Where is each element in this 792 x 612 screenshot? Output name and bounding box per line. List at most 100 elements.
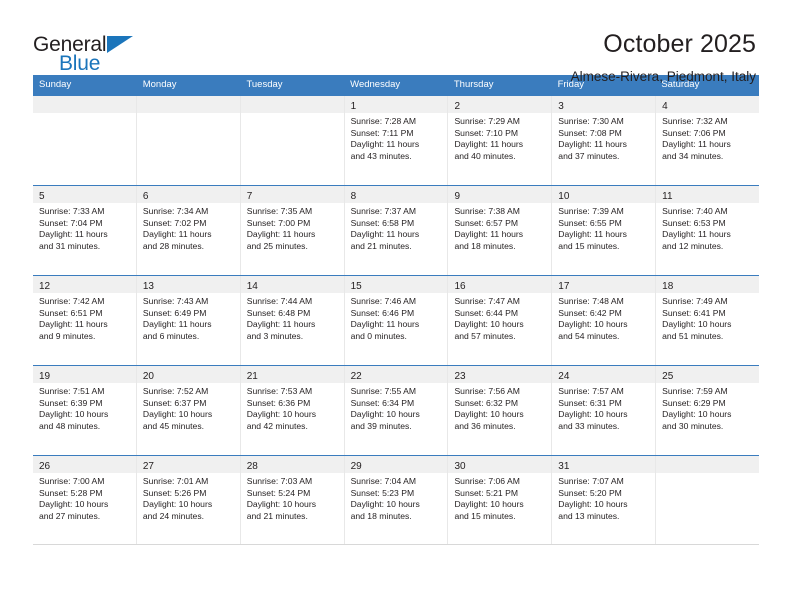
sunrise-time: Sunrise: 7:47 AM (454, 296, 520, 306)
calendar-day-cell[interactable]: 3 Sunrise: 7:30 AM Sunset: 7:08 PM Daylight… (552, 96, 657, 185)
general-blue-logo[interactable]: General Blue (33, 28, 143, 76)
day-number-band: 9 (448, 186, 552, 203)
calendar-day-cell[interactable]: 26 Sunrise: 7:00 AM Sunset: 5:28 PM Dayligh… (33, 456, 137, 544)
calendar-week-row: 19 Sunrise: 7:51 AM Sunset: 6:39 PM Dayligh… (33, 365, 760, 455)
day-number: 26 (39, 461, 51, 472)
day-details: Sunrise: 7:57 AM Sunset: 6:31 PM Daylight:… (552, 383, 655, 432)
sunrise-time: Sunrise: 7:56 AM (454, 386, 520, 396)
daylight-duration-line1: Daylight: 11 hours (558, 229, 627, 240)
daylight-duration-line1: Daylight: 10 hours (662, 319, 732, 330)
calendar-day-cell[interactable]: 29 Sunrise: 7:04 AM Sunset: 5:23 PM Dayligh… (344, 456, 449, 544)
sunset-time: Sunset: 6:44 PM (454, 307, 518, 318)
calendar-day-cell[interactable]: 24 Sunrise: 7:57 AM Sunset: 6:31 PM Dayligh… (552, 366, 657, 455)
day-details: Sunrise: 7:37 AM Sunset: 6:58 PM Daylight:… (345, 203, 448, 252)
calendar-day-cell[interactable]: 13 Sunrise: 7:43 AM Sunset: 6:49 PM Dayligh… (136, 276, 241, 365)
daylight-duration-line2: and 57 minutes. (454, 330, 516, 341)
day-number-band: 27 (136, 456, 240, 473)
calendar-day-cell[interactable]: 8 Sunrise: 7:37 AM Sunset: 6:58 PM Daylight… (344, 186, 449, 275)
calendar-day-cell[interactable]: 7 Sunrise: 7:35 AM Sunset: 7:00 PM Daylight… (240, 186, 345, 275)
calendar-day-cell[interactable]: 10 Sunrise: 7:39 AM Sunset: 6:55 PM Dayligh… (552, 186, 657, 275)
calendar-day-cell[interactable]: 23 Sunrise: 7:56 AM Sunset: 6:32 PM Dayligh… (448, 366, 553, 455)
day-details: Sunrise: 7:51 AM Sunset: 6:39 PM Daylight:… (33, 383, 136, 432)
calendar-day-cell[interactable]: 1 Sunrise: 7:28 AM Sunset: 7:11 PM Daylight… (344, 96, 449, 185)
day-number: 27 (142, 461, 154, 472)
day-number: 12 (39, 281, 51, 292)
calendar-day-cell[interactable]: 9 Sunrise: 7:38 AM Sunset: 6:57 PM Daylight… (448, 186, 553, 275)
day-details: Sunrise: 7:38 AM Sunset: 6:57 PM Daylight:… (448, 203, 551, 252)
daylight-duration-line1: Daylight: 11 hours (246, 229, 316, 240)
day-number-band: 20 (136, 366, 240, 383)
calendar-day-cell[interactable]: 5 Sunrise: 7:33 AM Sunset: 7:04 PM Daylight… (33, 186, 137, 275)
daylight-duration-line1: Daylight: 10 hours (454, 499, 524, 510)
calendar-day-cell[interactable]: 2 Sunrise: 7:29 AM Sunset: 7:10 PM Daylight… (448, 96, 553, 185)
day-number-band: 6 (136, 186, 240, 203)
calendar-day-cell[interactable]: 12 Sunrise: 7:42 AM Sunset: 6:51 PM Dayligh… (33, 276, 137, 365)
sunrise-time: Sunrise: 7:29 AM (454, 116, 520, 126)
logo-triangle-icon (107, 36, 133, 53)
day-number-band: 15 (344, 276, 448, 293)
daylight-duration-line2: and 40 minutes. (454, 150, 516, 161)
daylight-duration-line2: and 28 minutes. (142, 240, 205, 251)
day-number-band (656, 456, 760, 473)
daylight-duration-line1: Daylight: 10 hours (142, 499, 213, 510)
calendar-day-cell[interactable]: 17 Sunrise: 7:48 AM Sunset: 6:42 PM Dayligh… (552, 276, 657, 365)
calendar-day-cell[interactable]: 21 Sunrise: 7:53 AM Sunset: 6:36 PM Dayligh… (240, 366, 345, 455)
daylight-duration-line2: and 36 minutes. (454, 420, 516, 431)
day-details: Sunrise: 7:44 AM Sunset: 6:48 PM Daylight:… (241, 293, 344, 342)
calendar-day-cell[interactable]: 16 Sunrise: 7:47 AM Sunset: 6:44 PM Dayligh… (448, 276, 553, 365)
sunrise-time: Sunrise: 7:00 AM (39, 476, 105, 486)
calendar-day-cell[interactable]: 31 Sunrise: 7:07 AM Sunset: 5:20 PM Dayligh… (552, 456, 657, 544)
calendar-day-cell[interactable]: 19 Sunrise: 7:51 AM Sunset: 6:39 PM Dayligh… (33, 366, 137, 455)
day-number: 16 (454, 281, 466, 292)
day-number-band: 17 (552, 276, 656, 293)
day-number-band: 3 (552, 96, 656, 113)
daylight-duration-line2: and 18 minutes. (454, 240, 516, 251)
sunrise-time: Sunrise: 7:01 AM (142, 476, 209, 486)
day-details (656, 473, 759, 476)
calendar-day-cell[interactable]: 6 Sunrise: 7:34 AM Sunset: 7:02 PM Daylight… (136, 186, 241, 275)
day-details: Sunrise: 7:30 AM Sunset: 7:08 PM Daylight:… (552, 113, 655, 162)
day-details: Sunrise: 7:04 AM Sunset: 5:23 PM Daylight:… (345, 473, 448, 522)
day-details: Sunrise: 7:47 AM Sunset: 6:44 PM Daylight:… (448, 293, 551, 342)
calendar-day-cell[interactable]: 25 Sunrise: 7:59 AM Sunset: 6:29 PM Dayligh… (656, 366, 760, 455)
daylight-duration-line2: and 51 minutes. (662, 330, 724, 341)
daylight-duration-line2: and 45 minutes. (142, 420, 205, 431)
calendar-day-cell[interactable]: 30 Sunrise: 7:06 AM Sunset: 5:21 PM Dayligh… (448, 456, 553, 544)
sunset-time: Sunset: 7:04 PM (39, 217, 103, 228)
day-number: 25 (662, 371, 674, 382)
calendar-day-cell[interactable]: 15 Sunrise: 7:46 AM Sunset: 6:46 PM Dayligh… (344, 276, 449, 365)
daylight-duration-line1: Daylight: 11 hours (39, 319, 108, 330)
calendar-day-cell[interactable]: 18 Sunrise: 7:49 AM Sunset: 6:41 PM Dayligh… (656, 276, 760, 365)
day-number: 14 (246, 281, 258, 292)
daylight-duration-line2: and 13 minutes. (558, 510, 620, 521)
calendar-day-cell[interactable]: 22 Sunrise: 7:55 AM Sunset: 6:34 PM Dayligh… (344, 366, 449, 455)
sunset-time: Sunset: 7:06 PM (662, 127, 726, 138)
sunset-time: Sunset: 5:23 PM (350, 487, 415, 498)
weekday-header-row: Sunday Monday Tuesday Wednesday Thursday… (33, 75, 759, 95)
calendar-day-cell[interactable]: 4 Sunrise: 7:32 AM Sunset: 7:06 PM Daylight… (656, 96, 760, 185)
calendar-day-cell[interactable]: 28 Sunrise: 7:03 AM Sunset: 5:24 PM Dayligh… (240, 456, 345, 544)
day-number-band: 11 (656, 186, 760, 203)
day-number-band: 8 (344, 186, 448, 203)
calendar-day-cell[interactable]: 14 Sunrise: 7:44 AM Sunset: 6:48 PM Dayligh… (240, 276, 345, 365)
day-number: 28 (246, 461, 258, 472)
calendar-day-cell[interactable]: 20 Sunrise: 7:52 AM Sunset: 6:37 PM Dayligh… (136, 366, 241, 455)
sunrise-time: Sunrise: 7:52 AM (142, 386, 209, 396)
daylight-duration-line1: Daylight: 11 hours (662, 139, 731, 150)
calendar-day-cell[interactable]: 11 Sunrise: 7:40 AM Sunset: 6:53 PM Dayligh… (656, 186, 760, 275)
calendar-day-cell[interactable]: 27 Sunrise: 7:01 AM Sunset: 5:26 PM Dayligh… (136, 456, 241, 544)
day-details: Sunrise: 7:07 AM Sunset: 5:20 PM Daylight:… (552, 473, 655, 522)
day-details: Sunrise: 7:03 AM Sunset: 5:24 PM Daylight:… (241, 473, 344, 522)
day-number-band: 23 (448, 366, 552, 383)
sunset-time: Sunset: 6:32 PM (454, 397, 518, 408)
daylight-duration-line2: and 37 minutes. (558, 150, 620, 161)
sunrise-time: Sunrise: 7:28 AM (350, 116, 417, 126)
daylight-duration-line2: and 34 minutes. (662, 150, 724, 161)
daylight-duration-line1: Daylight: 11 hours (662, 229, 731, 240)
daylight-duration-line2: and 25 minutes. (246, 240, 308, 251)
day-number: 23 (454, 371, 466, 382)
day-details: Sunrise: 7:59 AM Sunset: 6:29 PM Daylight:… (656, 383, 759, 432)
daylight-duration-line2: and 24 minutes. (142, 510, 205, 521)
day-details: Sunrise: 7:32 AM Sunset: 7:06 PM Daylight:… (656, 113, 759, 162)
day-number: 11 (662, 191, 673, 202)
